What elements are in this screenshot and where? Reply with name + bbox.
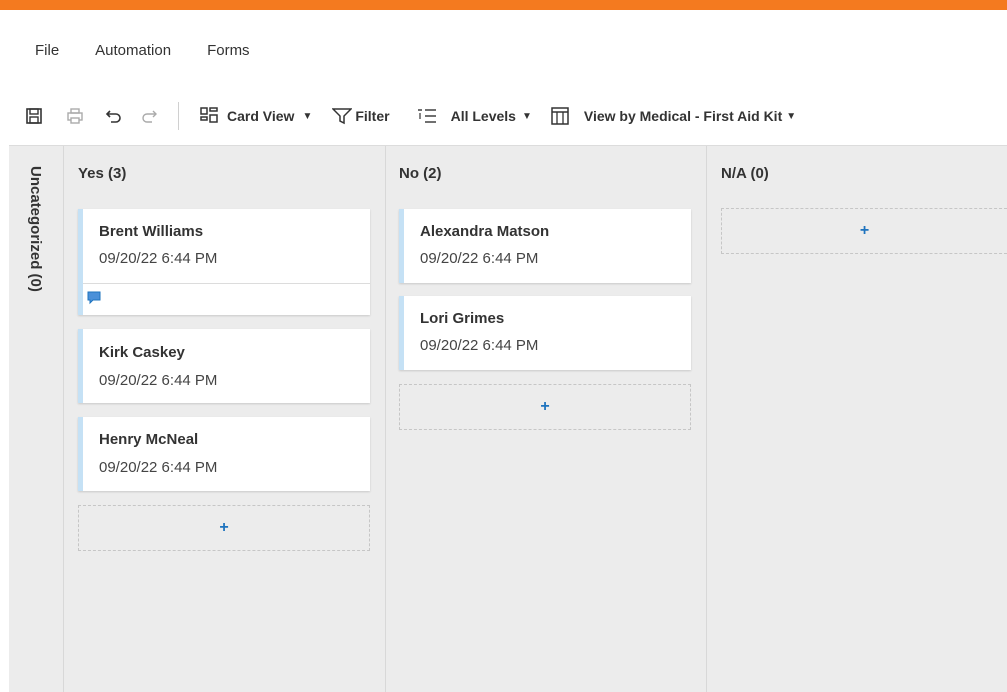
card-time: 09/20/22 6:44 PM	[99, 459, 218, 476]
chevron-down-icon: ▼	[521, 110, 532, 122]
levels-label: All Levels	[450, 108, 516, 124]
card-henry-mcneal[interactable]: Henry McNeal 09/20/22 6:44 PM	[78, 417, 370, 491]
uncategorized-label: Uncategorized (0)	[27, 166, 44, 292]
uncategorized-column[interactable]: Uncategorized (0)	[9, 146, 64, 692]
card-brent-williams[interactable]: Brent Williams 09/20/22 6:44 PM	[78, 209, 370, 315]
card-view-label: Card View	[227, 108, 295, 124]
column-header: Yes (3)	[78, 165, 127, 182]
menu-bar: File Automation Forms	[0, 36, 250, 64]
card-name: Brent Williams	[99, 223, 204, 240]
kanban-board: Uncategorized (0) Yes (3) Brent Williams…	[9, 145, 1007, 692]
undo-icon[interactable]	[105, 107, 123, 125]
save-icon[interactable]	[25, 107, 43, 125]
print-icon[interactable]	[66, 107, 84, 125]
toolbar-divider	[178, 102, 179, 130]
comment-icon[interactable]	[87, 291, 101, 305]
card-lori-grimes[interactable]: Lori Grimes 09/20/22 6:44 PM	[399, 296, 691, 370]
card-name: Henry McNeal	[99, 431, 199, 448]
view-by-label: View by Medical - First Aid Kit	[583, 108, 783, 124]
view-by-dropdown[interactable]: View by Medical - First Aid Kit ▼	[550, 106, 796, 126]
add-card-button[interactable]: +	[721, 208, 1007, 254]
card-time: 09/20/22 6:44 PM	[420, 250, 539, 267]
card-time: 09/20/22 6:44 PM	[99, 372, 218, 389]
card-footer	[83, 283, 370, 315]
column-header: N/A (0)	[721, 165, 769, 182]
column-na: N/A (0) +	[707, 146, 1007, 692]
filter-button[interactable]: Filter	[332, 107, 390, 125]
menu-automation[interactable]: Automation	[95, 42, 171, 59]
add-card-button[interactable]: +	[78, 505, 370, 551]
list-levels-icon	[417, 109, 436, 123]
card-kirk-caskey[interactable]: Kirk Caskey 09/20/22 6:44 PM	[78, 329, 370, 403]
column-no: No (2) Alexandra Matson 09/20/22 6:44 PM…	[386, 146, 707, 692]
add-card-button[interactable]: +	[399, 384, 691, 430]
menu-forms[interactable]: Forms	[207, 42, 250, 59]
filter-icon	[332, 108, 353, 125]
card-time: 09/20/22 6:44 PM	[99, 250, 218, 267]
chevron-down-icon: ▼	[786, 110, 797, 122]
card-name: Alexandra Matson	[420, 223, 550, 240]
card-name: Kirk Caskey	[99, 344, 185, 361]
columns-icon	[551, 107, 569, 125]
card-time: 09/20/22 6:44 PM	[420, 337, 539, 354]
card-view-icon	[200, 107, 218, 123]
toolbar: Card View ▼ Filter All Levels ▼ View by …	[0, 98, 1007, 134]
top-accent-bar	[0, 0, 1007, 10]
levels-dropdown[interactable]: All Levels ▼	[417, 107, 532, 125]
column-yes: Yes (3) Brent Williams 09/20/22 6:44 PM …	[64, 146, 386, 692]
filter-label: Filter	[355, 108, 390, 124]
card-view-dropdown[interactable]: Card View ▼	[199, 106, 312, 126]
redo-icon[interactable]	[140, 107, 158, 125]
column-header: No (2)	[399, 165, 442, 182]
menu-file[interactable]: File	[35, 42, 59, 59]
card-alexandra-matson[interactable]: Alexandra Matson 09/20/22 6:44 PM	[399, 209, 691, 283]
chevron-down-icon: ▼	[302, 110, 313, 122]
card-name: Lori Grimes	[420, 310, 505, 327]
